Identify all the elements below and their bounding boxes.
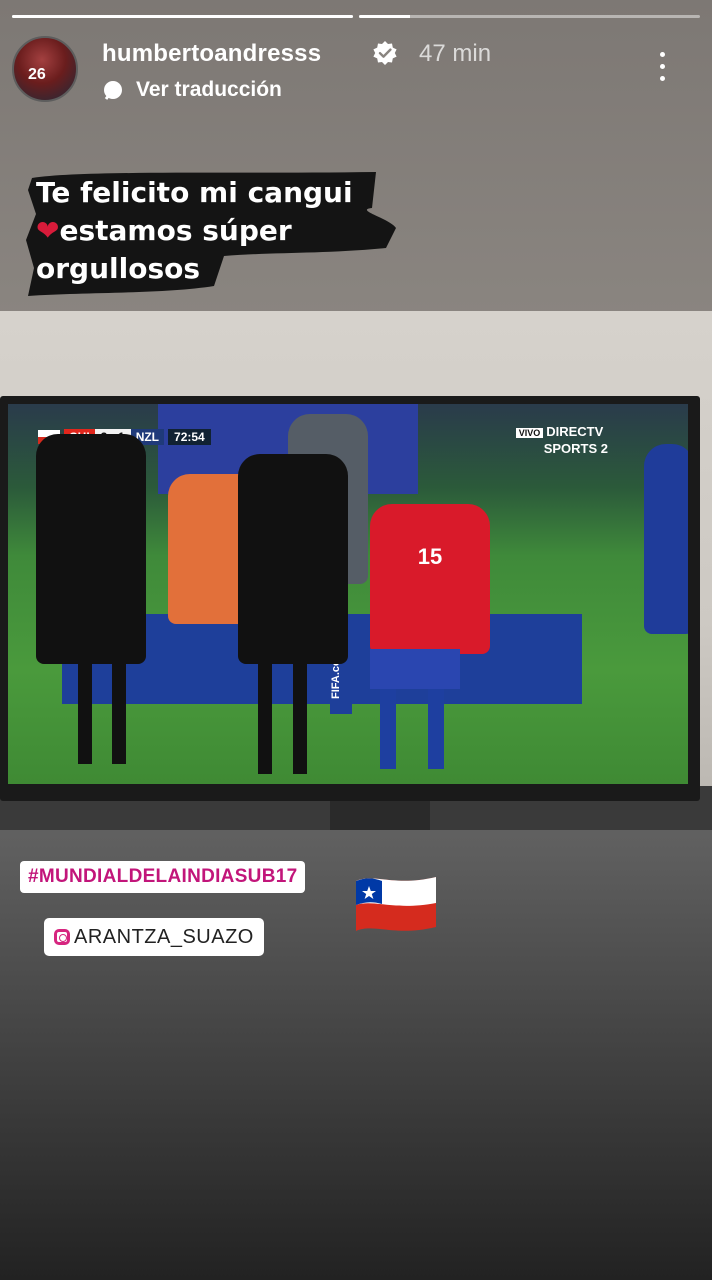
mention-sticker[interactable]: ARANTZA_SUAZO	[44, 918, 264, 956]
instagram-icon	[54, 929, 70, 945]
player-leg-2	[428, 689, 444, 769]
television: CHI 3 · 1 NZL 72:54 VIVODIRECTV SPORTS 2…	[0, 396, 700, 801]
caption-line-2: estamos súper	[59, 214, 292, 247]
referee-center-leg	[258, 664, 272, 774]
player-right	[644, 444, 688, 634]
broadcaster-logo: VIVO DIRECTV SPORTS 2	[515, 424, 608, 456]
player-jersey: 15	[370, 504, 490, 654]
story-progress	[12, 15, 700, 19]
tv-screen: CHI 3 · 1 NZL 72:54 VIVODIRECTV SPORTS 2…	[8, 404, 688, 784]
story-progress-segment-1	[12, 15, 353, 18]
story-progress-segment-2	[359, 15, 700, 18]
tv-stand	[330, 801, 430, 830]
translate-label: Ver traducción	[136, 78, 282, 101]
username[interactable]: humbertoandresss	[102, 40, 321, 68]
mention-username: ARANTZA_SUAZO	[74, 926, 254, 948]
referee-center	[238, 454, 348, 664]
translate-button[interactable]: Ver traducción	[102, 78, 282, 102]
more-options-icon[interactable]	[658, 52, 666, 86]
live-badge: VIVO	[515, 428, 544, 438]
referee-center-leg-2	[293, 664, 307, 774]
avatar[interactable]: 26	[12, 36, 78, 102]
referee-left	[36, 434, 146, 664]
post-time: 47 min	[419, 40, 492, 67]
verified-badge-icon	[373, 41, 397, 65]
referee-left-leg-2	[112, 664, 126, 764]
hashtag-sticker[interactable]: #MUNDIALDELAINDIASUB17	[20, 861, 306, 893]
caption-line-1: Te felicito mi cangui	[36, 176, 353, 209]
broadcaster-line-1: DIRECTV	[546, 424, 604, 439]
translate-icon	[104, 81, 122, 100]
caption-line-3: orgullosos	[36, 252, 201, 285]
player-shorts	[370, 649, 460, 689]
heart-emoji: ❤	[36, 214, 60, 247]
match-clock: 72:54	[168, 428, 211, 445]
story-photo: CHI 3 · 1 NZL 72:54 VIVODIRECTV SPORTS 2…	[0, 311, 712, 830]
player-leg	[380, 689, 396, 769]
referee-left-leg	[78, 664, 92, 764]
story-header: 26 humbertoandresss 47 min Ver traducció…	[12, 36, 700, 106]
broadcaster-line-2: SPORTS 2	[543, 441, 608, 456]
chile-flag-icon[interactable]	[354, 873, 438, 933]
story-caption: Te felicito mi cangui ❤estamos súper org…	[24, 168, 404, 300]
